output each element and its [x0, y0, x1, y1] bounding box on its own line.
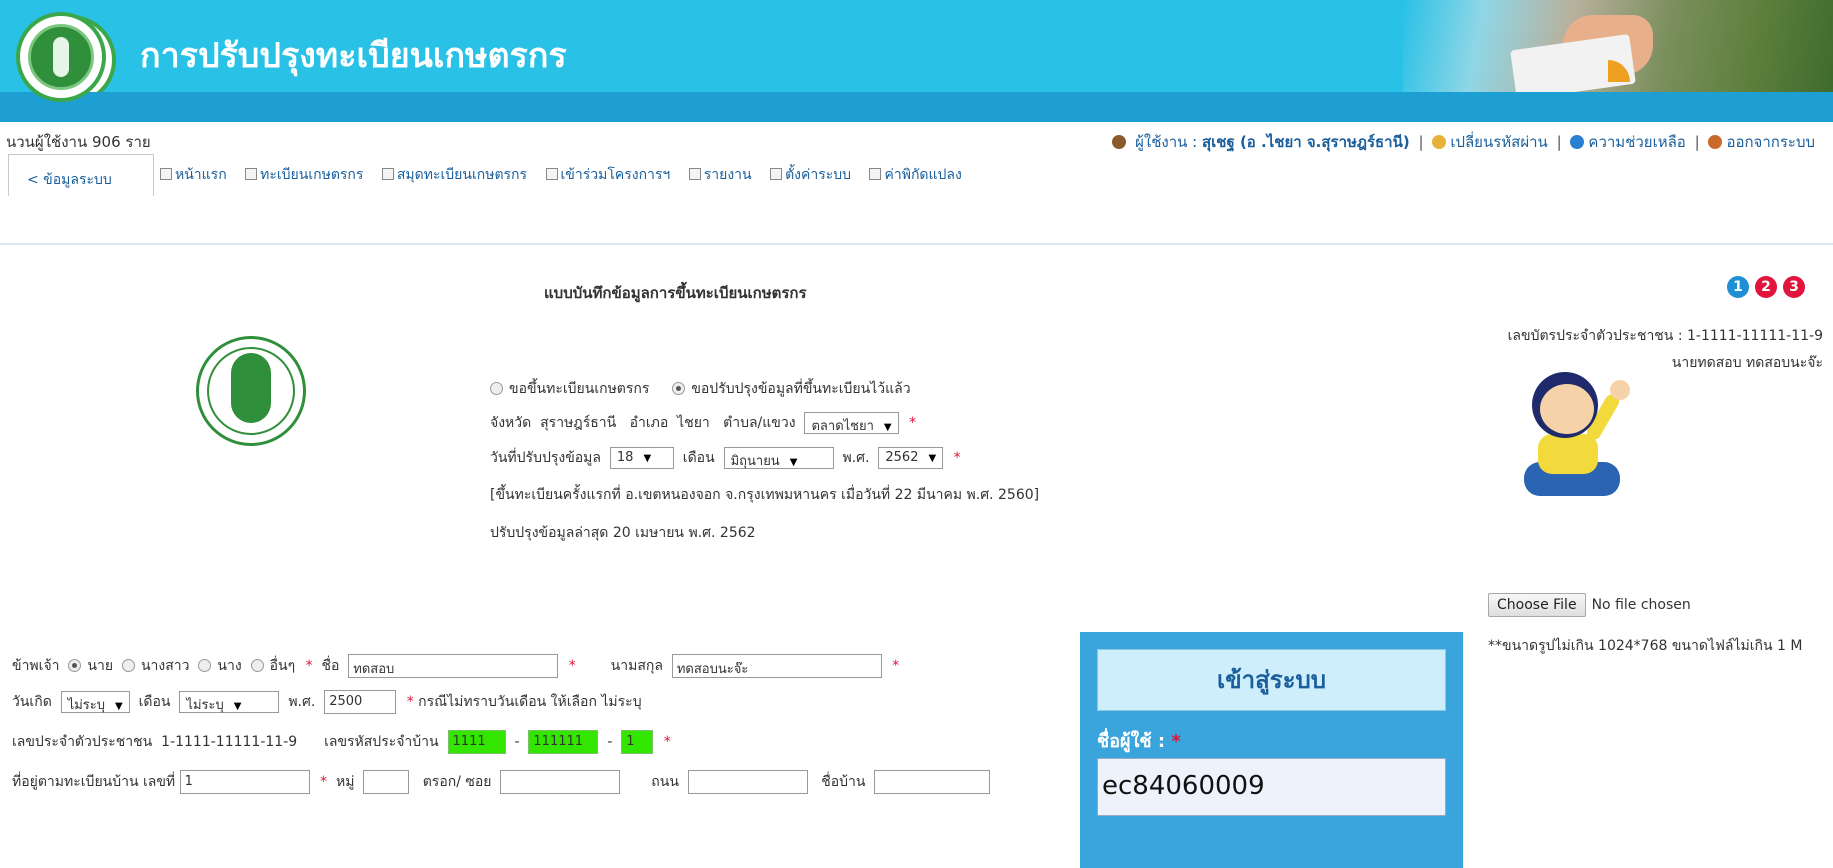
nav-checkbox-icon	[869, 168, 882, 180]
logout-icon	[1708, 135, 1723, 149]
radio-prefix-other[interactable]	[250, 659, 264, 672]
nav-registry-book[interactable]: สมุดทะเบียนเกษตรกร	[381, 167, 527, 183]
update-day-select[interactable]: 18 ▼	[609, 447, 674, 469]
update-month-select[interactable]: มิถุนายน ▼	[723, 447, 834, 469]
system-info-tab[interactable]: < ข้อมูลระบบ	[8, 154, 154, 196]
form-title: แบบบันทึกข้อมูลการขึ้นทะเบียนเกษตรกร	[544, 284, 807, 302]
birth-year-input[interactable]: 2500	[324, 690, 397, 714]
user-label: ผู้ใช้งาน :	[1135, 133, 1198, 151]
radio-new-registration[interactable]	[490, 382, 503, 395]
house-code-2-input[interactable]: 111111	[528, 730, 599, 754]
step-3[interactable]: 3	[1783, 276, 1805, 298]
login-panel: เข้าสู่ระบบ ชื่อผู้ใช้ : * ec84060009	[1080, 632, 1463, 868]
radio-prefix-mr[interactable]	[68, 659, 82, 672]
subdistrict-select[interactable]: ตลาดไชยา ▼	[804, 412, 899, 434]
birth-month-select[interactable]: ไม่ระบุ ▼	[179, 691, 280, 713]
last-update-text: ปรับปรุงข้อมูลล่าสุด 20 เมษายน พ.ศ. 2562	[490, 525, 756, 541]
nav-checkbox-icon	[245, 168, 258, 180]
no-file-text: No file chosen	[1591, 597, 1691, 613]
road-input[interactable]	[687, 770, 808, 794]
nav-checkbox-icon	[545, 168, 558, 180]
choose-file-button[interactable]: Choose File	[1488, 593, 1586, 617]
step-indicator: 123	[1721, 276, 1805, 298]
person-row: ข้าพเจ้า นาย นางสาว นาง อื่นๆ * ชื่อ ทดส…	[12, 654, 899, 678]
header-band	[0, 92, 1833, 122]
address-row: ที่อยู่ตามทะเบียนบ้าน เลขที่ 1 * หมู่ ตร…	[12, 770, 991, 794]
house-no-input[interactable]: 1	[179, 770, 310, 794]
login-title: เข้าสู่ระบบ	[1097, 649, 1446, 711]
divider	[0, 243, 1833, 245]
house-code-3-input[interactable]: 1	[621, 730, 654, 754]
ministry-logo-front	[16, 12, 106, 102]
key-icon	[1432, 135, 1447, 149]
change-password-link[interactable]: เปลี่ยนรหัสผ่าน	[1450, 133, 1547, 151]
first-name-input[interactable]: ทดสอบ	[348, 654, 559, 678]
citizen-id: 1-1111-11111-11-9	[161, 734, 298, 750]
nav-checkbox-icon	[770, 168, 783, 180]
nav-checkbox-icon	[160, 168, 172, 180]
app-header: การปรับปรุงทะเบียนเกษตรกร	[0, 0, 1833, 92]
birth-day-select[interactable]: ไม่ระบุ ▼	[60, 691, 130, 713]
radio-update-registration[interactable]	[672, 382, 686, 395]
profile-id-line: เลขบัตรประจำตัวประชาชน : 1-1111-11111-11…	[1507, 328, 1823, 344]
soi-input[interactable]	[500, 770, 621, 794]
radio-prefix-mrs[interactable]	[198, 659, 212, 672]
ids-row: เลขประจำตัวประชาชน 1-1111-11111-11-9 เลข…	[12, 730, 671, 754]
last-name-input[interactable]: ทดสอบนะจ๊ะ	[671, 654, 882, 678]
nav-settings[interactable]: ตั้งค่าระบบ	[770, 167, 851, 183]
house-code-1-input[interactable]: 1111	[447, 730, 506, 754]
birth-note: กรณีไม่ทราบวันเดือน ให้เลือก ไม่ระบุ	[418, 694, 642, 710]
moo-input[interactable]	[363, 770, 410, 794]
location-row: จังหวัด สุราษฎร์ธานี อำเภอ ไชยา ตำบล/แขว…	[490, 412, 916, 434]
username-input[interactable]: ec84060009	[1097, 758, 1446, 816]
profile-photo	[1504, 372, 1644, 502]
update-date-row: วันที่ปรับปรุงข้อมูล 18 ▼ เดือน มิถุนายน ▼…	[490, 447, 961, 469]
profile-info: เลขบัตรประจำตัวประชาชน : 1-1111-11111-11…	[1508, 323, 1823, 377]
user-icon	[1112, 135, 1127, 149]
step-1[interactable]: 1	[1727, 276, 1749, 298]
header-banner-image	[1403, 0, 1833, 92]
page-title: การปรับปรุงทะเบียนเกษตรกร	[140, 36, 567, 76]
help-icon	[1570, 135, 1585, 149]
user-name: สุเชฐ (อ .ไชยา จ.สุราษฎร์ธานี)	[1201, 133, 1410, 151]
nav-home[interactable]: หน้าแรก	[160, 167, 227, 183]
nav-farmer-registry[interactable]: ทะเบียนเกษตรกร	[245, 167, 363, 183]
registration-type: ขอขึ้นทะเบียนเกษตรกร ขอปรับปรุงข้อมูลที่…	[490, 378, 911, 400]
first-registration-text: [ขึ้นทะเบียนครั้งแรกที่ อ.เขตหนองจอก จ.ก…	[490, 487, 1040, 503]
photo-upload: Choose File No file chosen	[1488, 593, 1691, 617]
radio-prefix-miss[interactable]	[121, 659, 135, 672]
photo-size-note: **ขนาดรูปไม่เกิน 1024*768 ขนาดไฟล์ไม่เกิ…	[1488, 638, 1803, 654]
main-nav: < ข้อมูลระบบ หน้าแรก ทะเบียนเกษตรกร สมุด…	[0, 150, 1833, 222]
birth-row: วันเกิด ไม่ระบุ ▼ เดือน ไม่ระบุ ▼ พ.ศ. 250…	[12, 690, 642, 714]
nav-projects[interactable]: เข้าร่วมโครงการฯ	[545, 167, 670, 183]
logout-link[interactable]: ออกจากระบบ	[1726, 133, 1815, 151]
village-input[interactable]	[874, 770, 991, 794]
step-2[interactable]: 2	[1755, 276, 1777, 298]
help-link[interactable]: ความช่วยเหลือ	[1588, 133, 1685, 151]
nav-reports[interactable]: รายงาน	[688, 167, 752, 183]
nav-plot-coordinates[interactable]: ค่าพิกัดแปลง	[869, 167, 962, 183]
nav-checkbox-icon	[688, 168, 701, 180]
update-year-select[interactable]: 2562 ▼	[878, 447, 944, 469]
username-label: ชื่อผู้ใช้ : *	[1097, 731, 1181, 752]
department-seal	[196, 336, 306, 446]
nav-checkbox-icon	[381, 168, 394, 180]
